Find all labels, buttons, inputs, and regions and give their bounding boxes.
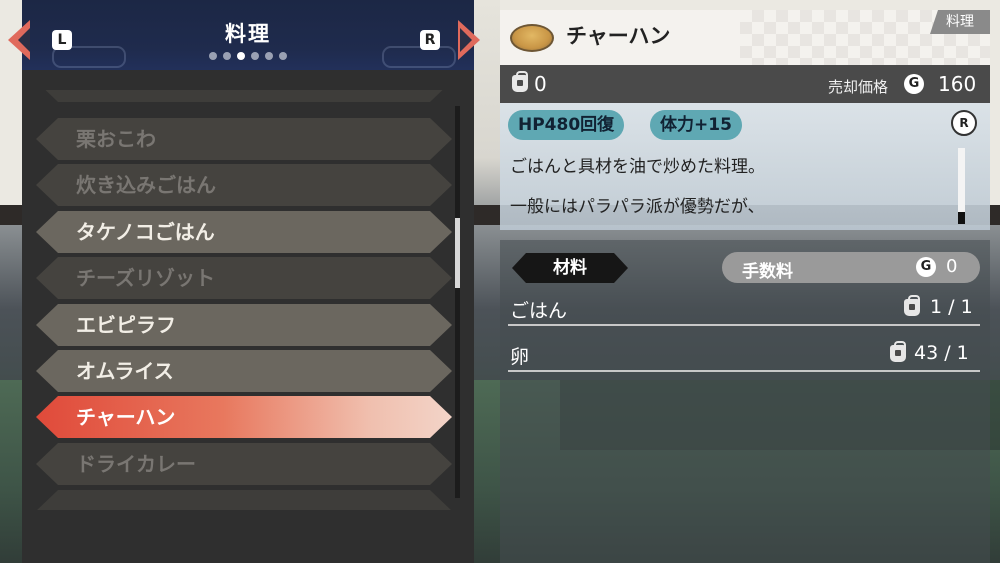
bag-icon	[512, 71, 528, 92]
list-item-partial-bottom	[36, 490, 452, 510]
effect-stamina-pill: 体力+15	[650, 110, 742, 140]
recipe-item-label: 炊き込みごはん	[76, 173, 216, 197]
description-scroll-thumb[interactable]	[958, 212, 965, 224]
recipe-item[interactable]: エビピラフ	[36, 304, 452, 346]
fee-value: 0	[946, 256, 958, 277]
recipe-list: 栗おこわ 炊き込みごはん タケノコごはん チーズリゾット エビピラフ オムライス…	[34, 90, 454, 510]
recipe-name: チャーハン	[566, 24, 671, 48]
sell-price-label: 売却価格	[828, 78, 889, 96]
page-dot	[209, 52, 217, 60]
material-qty: 43 / 1	[914, 342, 969, 364]
recipe-item-label: 栗おこわ	[76, 127, 156, 151]
recipe-item[interactable]: 炊き込みごはん	[36, 164, 452, 206]
recipe-item-label: チーズリゾット	[76, 266, 215, 290]
gold-coin-icon: G	[916, 257, 936, 277]
recipe-item-label: ドライカレー	[76, 452, 196, 476]
recipe-item-label: オムライス	[76, 359, 174, 383]
recipe-item[interactable]: タケノコごはん	[36, 211, 452, 253]
page-dot	[279, 52, 287, 60]
recipe-item-label: エビピラフ	[76, 313, 176, 337]
recipe-item[interactable]: チーズリゾット	[36, 257, 452, 299]
material-name: 卵	[510, 346, 530, 368]
page-dot-active	[237, 52, 245, 60]
materials-header: 材料	[512, 253, 628, 283]
fried-rice-dish-icon	[510, 24, 554, 52]
bag-icon	[890, 341, 906, 362]
recipe-item-label: タケノコごはん	[76, 220, 215, 244]
effect-hp-pill: HP480回復	[508, 110, 625, 140]
gold-coin-icon: G	[904, 74, 924, 94]
material-name: ごはん	[510, 300, 568, 322]
page-dot	[223, 52, 231, 60]
owned-count: 0	[534, 72, 547, 96]
fee-label: 手数料	[742, 262, 793, 282]
l-button-prompt[interactable]: L	[52, 30, 72, 50]
material-row	[508, 334, 980, 372]
recipe-list-scrollbar[interactable]	[455, 106, 460, 498]
description-line: 一般にはパラパラ派が優勢だが、	[510, 197, 765, 217]
recipe-item[interactable]: オムライス	[36, 350, 452, 392]
recipe-item[interactable]: 栗おこわ	[36, 118, 452, 160]
sell-price: 160	[938, 72, 977, 96]
recipe-item[interactable]: ドライカレー	[36, 443, 452, 485]
recipe-item-label: チャーハン	[76, 405, 176, 429]
category-tag: 料理	[930, 10, 990, 34]
r-stick-scroll-icon[interactable]: R	[951, 110, 977, 136]
page-dot	[251, 52, 259, 60]
recipe-list-scroll-thumb[interactable]	[455, 218, 460, 288]
bag-icon	[904, 295, 920, 316]
page-dot	[265, 52, 273, 60]
category-header: 料理	[22, 0, 474, 70]
page-indicator	[22, 52, 474, 60]
list-item-partial-top	[36, 90, 452, 102]
description-line: ごはんと具材を油で炒めた料理。	[510, 157, 765, 177]
r-button-prompt[interactable]: R	[420, 30, 440, 50]
material-qty: 1 / 1	[930, 296, 973, 318]
recipe-item-selected[interactable]: チャーハン	[36, 396, 452, 438]
category-title: 料理	[225, 22, 271, 46]
